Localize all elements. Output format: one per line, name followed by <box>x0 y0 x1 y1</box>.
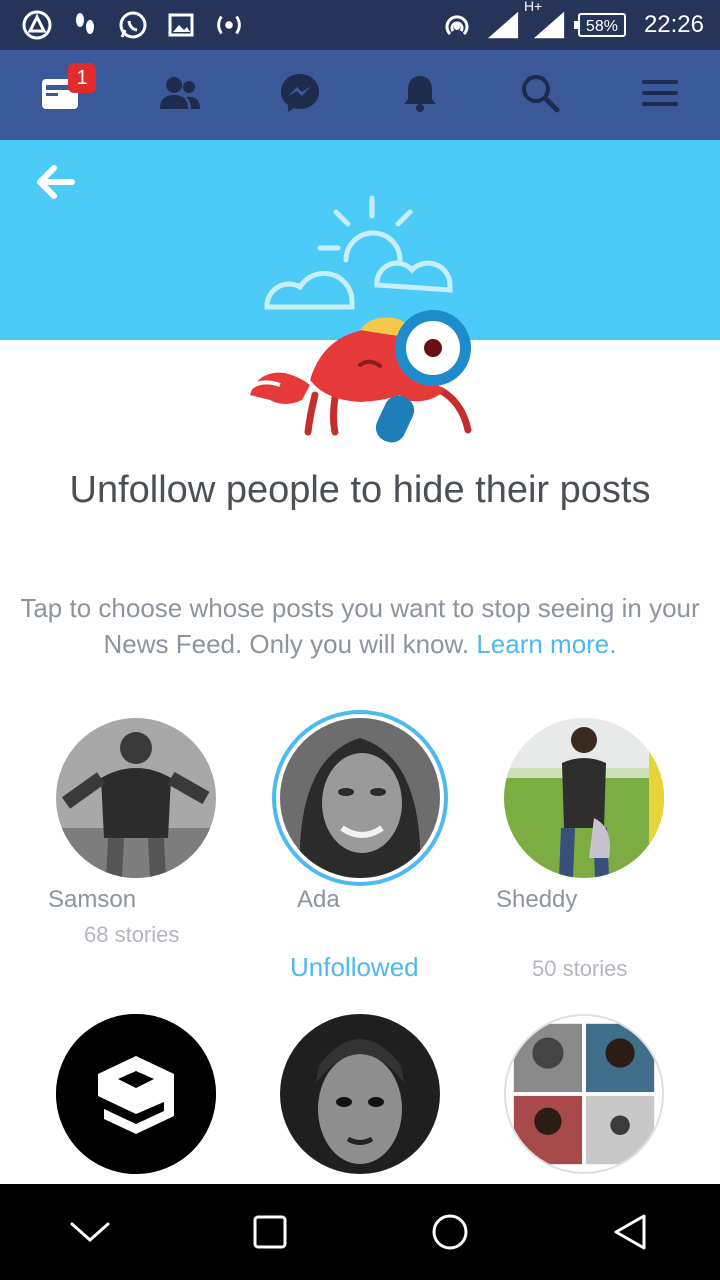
whatsapp-icon <box>116 8 150 42</box>
back-button[interactable] <box>30 160 82 204</box>
profile-photo <box>56 718 216 878</box>
person-card-group[interactable] <box>474 1014 694 1184</box>
nav-search[interactable] <box>480 50 600 140</box>
group-photo-collage <box>506 1016 662 1172</box>
person-card-ada[interactable]: Ada Unfollowed <box>250 718 470 988</box>
status-bar: H+ 58% 22:26 <box>0 0 720 50</box>
nav-notifications[interactable] <box>360 50 480 140</box>
square-icon <box>253 1215 287 1249</box>
top-nav-bar: 1 <box>0 50 720 140</box>
person-name: Sheddy <box>496 886 578 913</box>
story-count: 50 stories <box>532 956 628 981</box>
bell-icon <box>401 73 439 118</box>
person-name: Samson <box>48 886 137 913</box>
avatar-9gag <box>56 1014 216 1174</box>
crab-illustration <box>246 195 472 443</box>
hotspot-icon <box>440 8 474 42</box>
hamburger-menu-icon <box>640 77 680 114</box>
friends-icon <box>158 75 202 116</box>
unfollowed-status: Unfollowed <box>290 952 419 982</box>
status-clock: 22:26 <box>643 11 704 38</box>
page-title: Unfollow people to hide their posts <box>69 469 651 511</box>
profile-photo <box>504 718 664 878</box>
notification-badge: 1 <box>68 63 96 93</box>
profile-photo <box>280 718 440 878</box>
messenger-icon <box>278 71 322 120</box>
signal-icon <box>486 8 520 42</box>
person-card-9gag[interactable] <box>26 1014 246 1184</box>
status-bar-right: H+ 58% 22:26 <box>440 0 704 42</box>
nav-news-feed[interactable]: 1 <box>0 50 120 140</box>
status-bar-left <box>20 8 246 42</box>
battery-indicator: 58% <box>573 13 626 37</box>
profile-photo <box>280 1014 440 1174</box>
avatar-friend <box>280 1014 440 1174</box>
nine-gag-logo-icon <box>56 1014 216 1174</box>
radio-signal-icon <box>212 8 246 42</box>
page-description: Tap to choose whose posts you want to st… <box>10 590 710 662</box>
hide-nav-button[interactable] <box>50 1192 130 1272</box>
avatar-samson <box>56 718 216 878</box>
network-type-label: H+ <box>523 0 543 14</box>
triangle-back-icon <box>614 1214 646 1250</box>
gallery-icon <box>164 8 198 42</box>
nav-menu[interactable] <box>600 50 720 140</box>
person-name: Ada <box>297 886 340 913</box>
back-nav-button[interactable] <box>590 1192 670 1272</box>
story-count: 68 stories <box>84 922 180 947</box>
back-arrow-icon <box>37 165 75 199</box>
warning-triangle-icon <box>20 8 54 42</box>
search-icon <box>520 73 560 118</box>
circle-icon <box>432 1214 468 1250</box>
home-button[interactable] <box>410 1192 490 1272</box>
chevron-down-icon <box>70 1222 110 1243</box>
system-nav-bar <box>0 1184 720 1280</box>
recents-button[interactable] <box>230 1192 310 1272</box>
person-card-sheddy[interactable]: Sheddy 50 stories <box>474 718 694 988</box>
nav-friends[interactable] <box>120 50 240 140</box>
avatar-sheddy <box>504 718 664 878</box>
person-card-samson[interactable]: Samson 68 stories <box>26 718 246 958</box>
nav-messenger[interactable] <box>240 50 360 140</box>
person-card-friend[interactable] <box>250 1014 470 1184</box>
avatar-group <box>504 1014 664 1174</box>
hplus-signal-icon: H+ <box>524 0 566 42</box>
learn-more-link[interactable]: Learn more. <box>476 629 616 659</box>
avatar-ada <box>280 718 440 878</box>
footsteps-icon <box>68 8 102 42</box>
